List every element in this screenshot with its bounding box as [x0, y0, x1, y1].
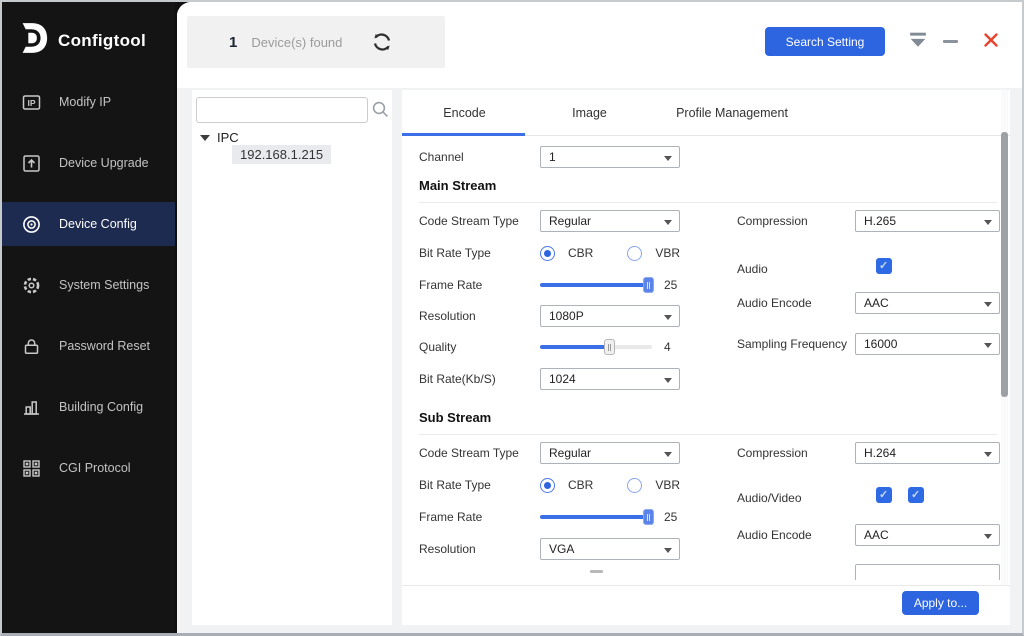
ms-sampling-frequency-label: Sampling Frequency [737, 333, 847, 355]
ms-compression-select[interactable]: H.265 [855, 210, 1000, 232]
chevron-down-icon [984, 534, 992, 539]
vertical-scrollbar[interactable] [1001, 90, 1008, 585]
sidebar-item-building-config[interactable]: Building Config [2, 385, 175, 429]
tab-encode[interactable]: Encode [402, 90, 527, 135]
device-count: 1 [229, 34, 237, 51]
chevron-down-icon [664, 315, 672, 320]
main-area: 1 Device(s) found Search Setting [177, 2, 1022, 633]
scrollbar-thumb[interactable] [1001, 132, 1008, 397]
chevron-down-icon [984, 220, 992, 225]
sidebar-item-label: System Settings [59, 278, 149, 292]
devices-found-label: Device(s) found [251, 35, 342, 50]
sub-stream-title: Sub Stream [419, 410, 491, 425]
apply-to-button[interactable]: Apply to... [902, 591, 979, 615]
sidebar-item-label: CGI Protocol [59, 461, 131, 475]
system-settings-icon [22, 276, 41, 295]
slider-handle[interactable] [643, 277, 654, 293]
top-header: 1 Device(s) found Search Setting [177, 2, 1022, 88]
tab-profile-management[interactable]: Profile Management [652, 90, 812, 135]
ms-compression-label: Compression [737, 210, 808, 232]
sidebar-item-label: Modify IP [59, 95, 111, 109]
device-search-input[interactable] [196, 97, 368, 123]
tree-device-ip[interactable]: 192.168.1.215 [232, 145, 331, 164]
footer-divider [402, 585, 1010, 586]
channel-select[interactable]: 1 [540, 146, 680, 168]
content-body: IPC 192.168.1.215 Encode Image Profile M… [177, 88, 1022, 633]
search-icon[interactable] [371, 100, 390, 119]
ss-code-stream-type-select[interactable]: Regular [540, 442, 680, 464]
configtool-window: Configtool IP Modify IP Device Upgrade D… [0, 0, 1024, 636]
section-divider [419, 202, 997, 203]
ms-sampling-frequency-select[interactable]: 16000 [855, 333, 1000, 355]
ms-audio-encode-label: Audio Encode [737, 292, 812, 314]
search-setting-button[interactable]: Search Setting [765, 27, 885, 56]
chevron-down-icon [984, 302, 992, 307]
sidebar-item-label: Password Reset [59, 339, 150, 353]
ms-code-stream-type-label: Code Stream Type [419, 210, 519, 232]
sidebar-item-system-settings[interactable]: System Settings [2, 263, 175, 307]
chevron-down-icon [664, 378, 672, 383]
chevron-down-icon [664, 220, 672, 225]
chevron-down-icon [984, 452, 992, 457]
ss-compression-select[interactable]: H.264 [855, 442, 1000, 464]
modify-ip-icon: IP [22, 93, 41, 112]
ms-code-stream-type-select[interactable]: Regular [540, 210, 680, 232]
tab-bar: Encode Image Profile Management [402, 90, 1010, 136]
ms-audio-encode-select[interactable]: AAC [855, 292, 1000, 314]
ms-audio-checkbox[interactable] [876, 258, 892, 274]
chevron-down-icon [664, 452, 672, 457]
ss-audio-encode-select[interactable]: AAC [855, 524, 1000, 546]
sidebar-item-device-config[interactable]: Device Config [2, 202, 175, 246]
sidebar-item-modify-ip[interactable]: IP Modify IP [2, 80, 175, 124]
sidebar-item-password-reset[interactable]: Password Reset [2, 324, 175, 368]
chevron-down-icon [984, 343, 992, 348]
close-icon[interactable] [983, 32, 999, 48]
refresh-icon[interactable] [370, 30, 394, 54]
tree-expander-icon[interactable] [200, 135, 210, 141]
devices-found-box: 1 Device(s) found [187, 16, 445, 68]
tree-group-ipc[interactable]: IPC [200, 130, 239, 145]
main-stream-title: Main Stream [419, 178, 496, 193]
ms-bit-rate-select[interactable]: 1024 [540, 368, 680, 390]
dahua-logo-icon [20, 22, 48, 59]
ms-bit-rate-label: Bit Rate(Kb/S) [419, 368, 496, 390]
ss-audio-checkbox[interactable] [876, 487, 892, 503]
encode-settings-panel: Encode Image Profile Management Channel … [402, 90, 1010, 625]
password-reset-icon [22, 337, 41, 356]
app-logo: Configtool [20, 22, 146, 59]
cutoff-slider-handle [590, 570, 603, 573]
ss-code-stream-type-label: Code Stream Type [419, 442, 519, 464]
ms-audio-label: Audio [737, 250, 768, 288]
building-config-icon [22, 398, 41, 417]
sidebar-item-device-upgrade[interactable]: Device Upgrade [2, 141, 175, 185]
tree-group-label: IPC [217, 130, 239, 145]
cutoff-dropdown[interactable] [855, 564, 1000, 580]
sidebar-item-label: Device Upgrade [59, 156, 149, 170]
ss-compression-label: Compression [737, 442, 808, 464]
slider-handle[interactable] [643, 509, 654, 525]
tab-image[interactable]: Image [527, 90, 652, 135]
sidebar: Configtool IP Modify IP Device Upgrade D… [2, 2, 175, 633]
sidebar-item-cgi-protocol[interactable]: CGI Protocol [2, 446, 175, 490]
collapse-window-icon[interactable] [909, 32, 927, 48]
channel-label: Channel [419, 146, 464, 168]
svg-text:IP: IP [27, 98, 35, 108]
ss-audio-encode-label: Audio Encode [737, 524, 812, 546]
chevron-down-icon [664, 156, 672, 161]
minimize-icon[interactable] [943, 40, 958, 43]
cgi-protocol-icon [22, 459, 41, 478]
sidebar-item-label: Device Config [59, 217, 137, 231]
sidebar-item-label: Building Config [59, 400, 143, 414]
device-upgrade-icon [22, 154, 41, 173]
app-title: Configtool [58, 31, 146, 51]
section-divider [419, 434, 997, 435]
chevron-down-icon [664, 548, 672, 553]
device-config-icon [22, 215, 41, 234]
device-tree-panel: IPC 192.168.1.215 [192, 90, 392, 625]
ss-video-checkbox[interactable] [908, 487, 924, 503]
